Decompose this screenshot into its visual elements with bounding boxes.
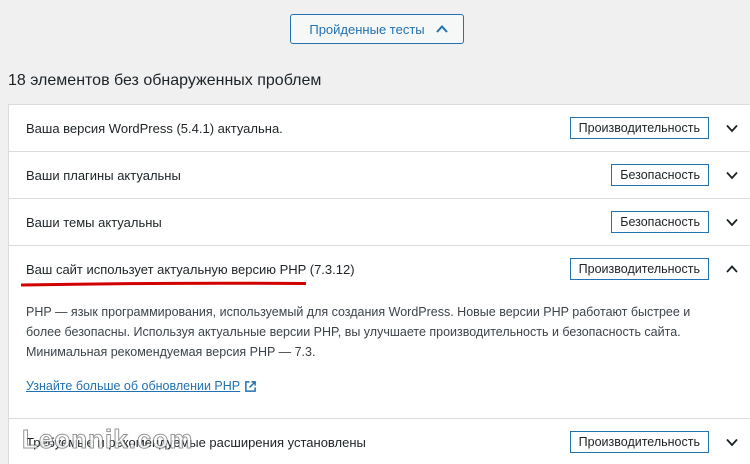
- learn-more-link[interactable]: Узнайте больше об обновлении PHP: [26, 376, 257, 396]
- learn-more-label: Узнайте больше об обновлении PHP: [26, 379, 241, 393]
- accordion-header[interactable]: Ваши темы актуальны Безопасность: [9, 199, 750, 245]
- accordion-header[interactable]: Ваш сайт использует актуальную версию PH…: [9, 246, 750, 292]
- chevron-down-icon: [726, 438, 738, 447]
- accordion-header[interactable]: Ваша версия WordPress (5.4.1) актуальна.…: [9, 105, 750, 151]
- item-title: Требуемые и рекомендуемые расширения уст…: [26, 434, 366, 450]
- list-item: Ваши темы актуальны Безопасность: [9, 199, 750, 246]
- site-health-page: Пройденные тесты 18 элементов без обнару…: [0, 0, 750, 464]
- chevron-up-icon: [435, 25, 448, 33]
- chevron-down-icon: [726, 218, 738, 227]
- accordion-header[interactable]: Требуемые и рекомендуемые расширения уст…: [9, 419, 750, 464]
- expand-button[interactable]: [719, 209, 745, 235]
- passed-tests-toggle-label: Пройденные тесты: [309, 21, 425, 37]
- accordion-header[interactable]: Ваши плагины актуальны Безопасность: [9, 152, 750, 198]
- external-link-icon: [245, 380, 256, 392]
- passed-summary-heading: 18 элементов без обнаруженных проблем: [8, 72, 322, 89]
- expand-button[interactable]: [719, 162, 745, 188]
- toggle-wrap: Пройденные тесты: [0, 14, 750, 44]
- chevron-down-icon: [726, 171, 738, 180]
- red-underline-annotation: [21, 281, 306, 287]
- category-badge: Производительность: [569, 117, 709, 139]
- collapse-button[interactable]: [719, 256, 745, 282]
- item-title: Ваш сайт использует актуальную версию PH…: [26, 261, 355, 277]
- category-badge: Безопасность: [611, 164, 709, 186]
- list-item: Ваши плагины актуальны Безопасность: [9, 152, 750, 199]
- chevron-up-icon: [726, 265, 738, 273]
- accordion-body: PHP — язык программирования, используемы…: [9, 292, 750, 418]
- category-badge: Производительность: [569, 431, 709, 453]
- passed-tests-toggle-button[interactable]: Пройденные тесты: [290, 14, 464, 44]
- expand-button[interactable]: [719, 429, 745, 455]
- list-item: Требуемые и рекомендуемые расширения уст…: [9, 419, 750, 464]
- category-badge: Производительность: [569, 258, 709, 280]
- item-description: PHP — язык программирования, используемы…: [26, 305, 691, 359]
- list-item-expanded: Ваш сайт использует актуальную версию PH…: [9, 246, 750, 419]
- category-badge: Безопасность: [611, 211, 709, 233]
- list-item: Ваша версия WordPress (5.4.1) актуальна.…: [9, 105, 750, 152]
- item-title: Ваша версия WordPress (5.4.1) актуальна.: [26, 120, 283, 136]
- expand-button[interactable]: [719, 115, 745, 141]
- item-title: Ваши плагины актуальны: [26, 167, 181, 183]
- item-title: Ваши темы актуальны: [26, 214, 162, 230]
- passed-tests-list: Ваша версия WordPress (5.4.1) актуальна.…: [8, 104, 750, 464]
- chevron-down-icon: [726, 124, 738, 133]
